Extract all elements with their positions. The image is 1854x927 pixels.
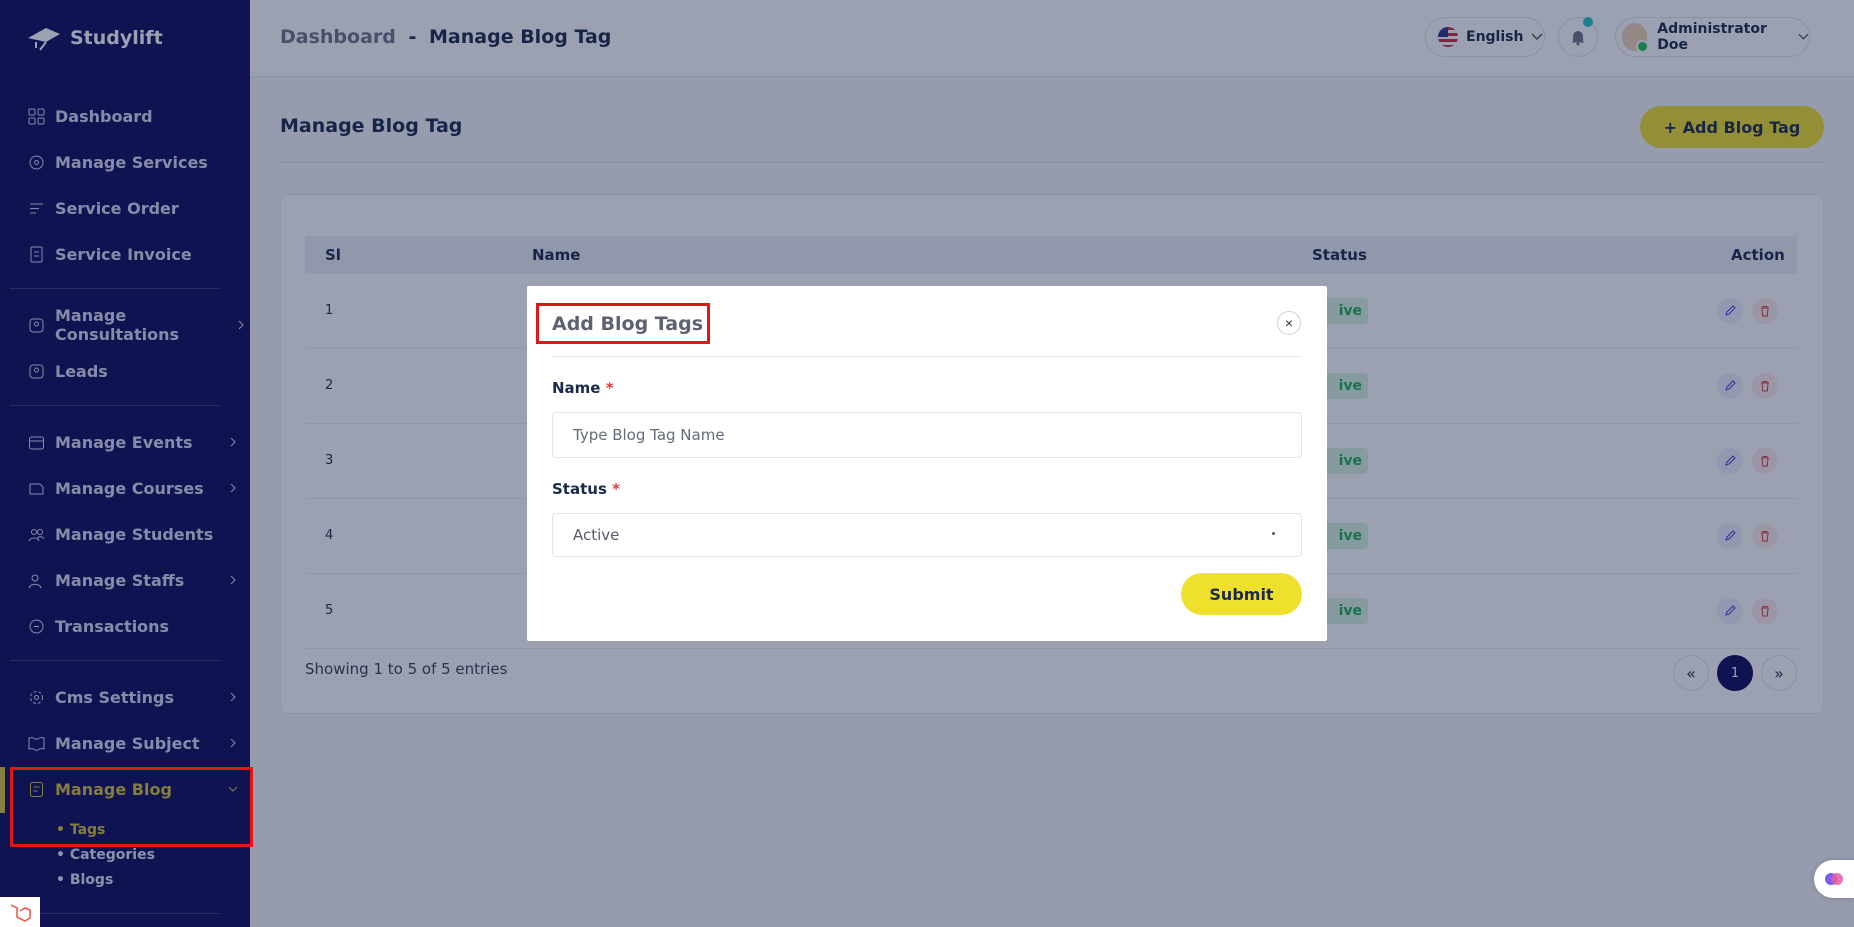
status-label: Status * xyxy=(552,480,620,498)
submit-button[interactable]: Submit xyxy=(1181,573,1302,615)
name-label: Name * xyxy=(552,379,614,397)
highlight-box xyxy=(536,303,710,344)
brain-icon xyxy=(1825,873,1843,885)
laravel-icon xyxy=(10,904,31,922)
select-arrow-icon xyxy=(1272,532,1275,535)
tag-name-input[interactable] xyxy=(552,412,1302,458)
close-button[interactable]: × xyxy=(1277,311,1301,335)
status-select-value: Active xyxy=(573,526,620,544)
status-select[interactable]: Active xyxy=(552,513,1302,557)
modal-divider xyxy=(552,356,1302,357)
required-asterisk: * xyxy=(612,480,620,498)
required-asterisk: * xyxy=(605,379,614,397)
assistant-button[interactable] xyxy=(1814,860,1854,898)
highlight-box xyxy=(10,767,253,847)
laravel-debug-icon[interactable] xyxy=(0,897,40,927)
